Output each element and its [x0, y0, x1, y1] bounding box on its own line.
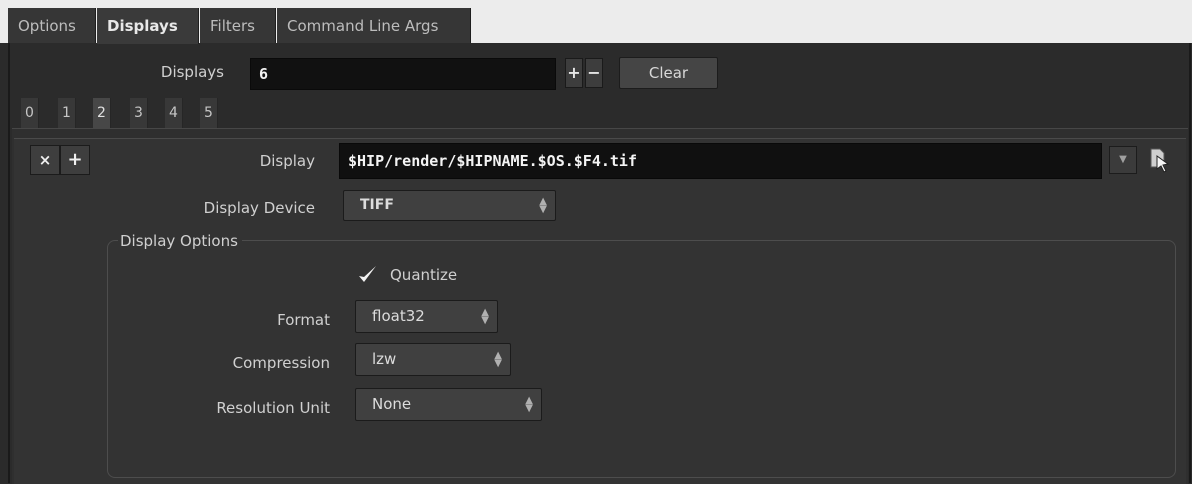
multiparm-tab-1[interactable]: 1 [58, 98, 76, 128]
compression-label: Compression [232, 354, 330, 372]
display-device-select[interactable]: TIFF ▲ ▼ [343, 190, 556, 221]
updown-arrows-icon: ▲ ▼ [539, 195, 547, 215]
tab-filters[interactable]: Filters [200, 8, 276, 43]
multiparm-tab-5[interactable]: 5 [200, 98, 218, 128]
clear-button[interactable]: Clear [619, 57, 718, 89]
frame-border-right [1189, 43, 1191, 483]
tab-command-line-args[interactable]: Command Line Args [277, 8, 471, 43]
remove-display-button[interactable]: − [585, 58, 603, 88]
resolution-unit-label: Resolution Unit [216, 399, 330, 417]
display-device-label: Display Device [203, 199, 315, 217]
multiparm-tab-4[interactable]: 4 [165, 98, 183, 128]
compression-select[interactable]: lzw ▲ ▼ [355, 343, 511, 376]
frame-border-left [8, 43, 10, 483]
remove-instance-button[interactable]: × [30, 145, 60, 175]
resolution-unit-select[interactable]: None ▲ ▼ [355, 388, 542, 421]
multiparm-tab-0[interactable]: 0 [21, 98, 39, 128]
compression-value: lzw [372, 350, 397, 368]
tab-displays[interactable]: Displays [97, 8, 199, 44]
updown-arrows-icon: ▲ ▼ [525, 394, 533, 414]
displays-count-field[interactable]: 6 [250, 58, 556, 90]
format-select[interactable]: float32 ▲ ▼ [355, 300, 498, 333]
tab-options[interactable]: Options [8, 8, 96, 43]
insert-instance-button[interactable]: + [60, 145, 90, 175]
displays-label: Displays [160, 63, 224, 81]
file-chooser-icon[interactable] [1148, 145, 1172, 175]
tab-strip: Options Displays Filters Command Line Ar… [0, 0, 1192, 44]
updown-arrows-icon: ▲ ▼ [481, 306, 489, 326]
display-device-value: TIFF [360, 197, 394, 213]
resolution-unit-value: None [372, 395, 412, 413]
quantize-label: Quantize [390, 266, 458, 284]
display-options-title: Display Options [118, 230, 242, 252]
display-menu-button[interactable]: ▼ [1109, 146, 1137, 174]
quantize-checkbox[interactable] [356, 264, 380, 288]
add-display-button[interactable]: + [565, 58, 583, 88]
multiparm-tab-2[interactable]: 2 [93, 98, 111, 128]
format-label: Format [277, 311, 330, 329]
multiparm-tab-3[interactable]: 3 [130, 98, 148, 128]
display-label: Display [259, 152, 315, 170]
format-value: float32 [372, 307, 425, 325]
updown-arrows-icon: ▲ ▼ [494, 349, 502, 369]
display-path-field[interactable]: $HIP/render/$HIPNAME.$OS.$F4.tif [339, 143, 1102, 179]
